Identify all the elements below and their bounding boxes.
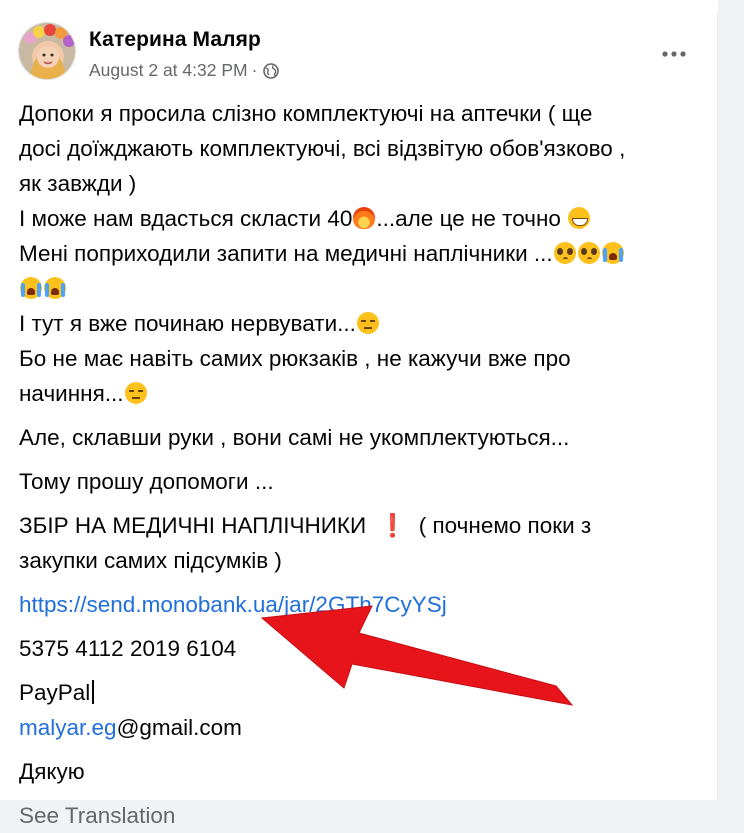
text-segment: ...але це не точно — [376, 206, 561, 231]
grinning-sweat-emoji-icon — [568, 207, 591, 229]
text-segment: ЗБІР НА МЕДИЧНІ НАПЛІЧНИКИ — [19, 513, 367, 538]
avatar[interactable] — [18, 22, 76, 80]
text-segment: І тут я вже починаю нервувати... — [19, 311, 356, 336]
crying-face-emoji-icon — [44, 277, 66, 299]
avatar-image — [19, 23, 75, 79]
text-line: Дякую — [19, 759, 85, 784]
text-segment: начиння... — [19, 381, 124, 406]
author-name[interactable]: Катерина Маляр — [89, 28, 261, 52]
email-domain: @gmail.com — [116, 715, 242, 740]
text-cursor — [92, 680, 95, 704]
card-number: 5375 4112 2019 6104 — [19, 636, 237, 661]
text-line: Мені поприходили запити на медичні наплі… — [19, 236, 699, 271]
crying-face-emoji-icon — [20, 277, 42, 299]
text-line: Але, склавши руки , вони самі не укомпле… — [19, 425, 570, 450]
pleading-face-emoji-icon — [577, 242, 600, 264]
text-line: як завжди ) — [19, 171, 137, 196]
exclamation-emoji-icon: ❗ — [378, 513, 407, 538]
text-line: досі доїжджають комплектуючі, всі відзві… — [19, 136, 626, 161]
text-segment: ( почнемо поки з — [418, 513, 592, 538]
text-line: PayPal — [19, 675, 699, 710]
monobank-link[interactable]: https://send.monobank.ua/jar/2GTh7CyYSj — [19, 592, 447, 617]
text-line: ЗБІР НА МЕДИЧНІ НАПЛІЧНИКИ ❗ ( почнемо п… — [19, 508, 699, 543]
text-line: закупки самих підсумків ) — [19, 548, 282, 573]
pensive-face-emoji-icon — [124, 382, 147, 404]
more-horizontal-icon[interactable] — [656, 36, 692, 72]
text-line: https://send.monobank.ua/jar/2GTh7CyYSj — [19, 587, 699, 622]
meta-separator: · — [251, 60, 258, 80]
text-line — [19, 271, 699, 306]
post-top-edge — [0, 0, 718, 14]
crying-face-emoji-icon — [601, 242, 624, 264]
pleading-face-emoji-icon — [553, 242, 576, 264]
text-line: начиння... — [19, 376, 699, 411]
paypal-label: PayPal — [19, 680, 91, 705]
post-meta: August 2 at 4:32 PM · — [89, 60, 280, 81]
text-line: І може нам вдасться скласти 40 ...але це … — [19, 201, 699, 236]
text-line: Тому прошу допомоги ... — [19, 469, 274, 494]
fire-emoji-icon — [353, 207, 376, 229]
email-link[interactable]: malyar.eg — [19, 715, 117, 740]
text-line: І тут я вже починаю нервувати... — [19, 306, 699, 341]
globe-icon — [263, 62, 280, 79]
text-line: Допоки я просила слізно комплектуючі на … — [19, 101, 593, 126]
post-body: Допоки я просила слізно комплектуючі на … — [19, 96, 699, 833]
facebook-post: Катерина Маляр August 2 at 4:32 PM · Доп… — [0, 0, 718, 828]
text-line: Бо не має навіть самих рюкзаків , не каж… — [19, 346, 571, 371]
see-translation-link[interactable]: See Translation — [19, 798, 699, 833]
post-header: Катерина Маляр August 2 at 4:32 PM · — [18, 22, 698, 84]
text-segment: Мені поприходили запити на медичні наплі… — [19, 241, 553, 266]
pensive-face-emoji-icon — [356, 312, 379, 334]
text-line: malyar.eg@gmail.com — [19, 710, 699, 745]
text-segment: І може нам вдасться скласти 40 — [19, 206, 353, 231]
post-timestamp[interactable]: August 2 at 4:32 PM — [89, 60, 248, 81]
